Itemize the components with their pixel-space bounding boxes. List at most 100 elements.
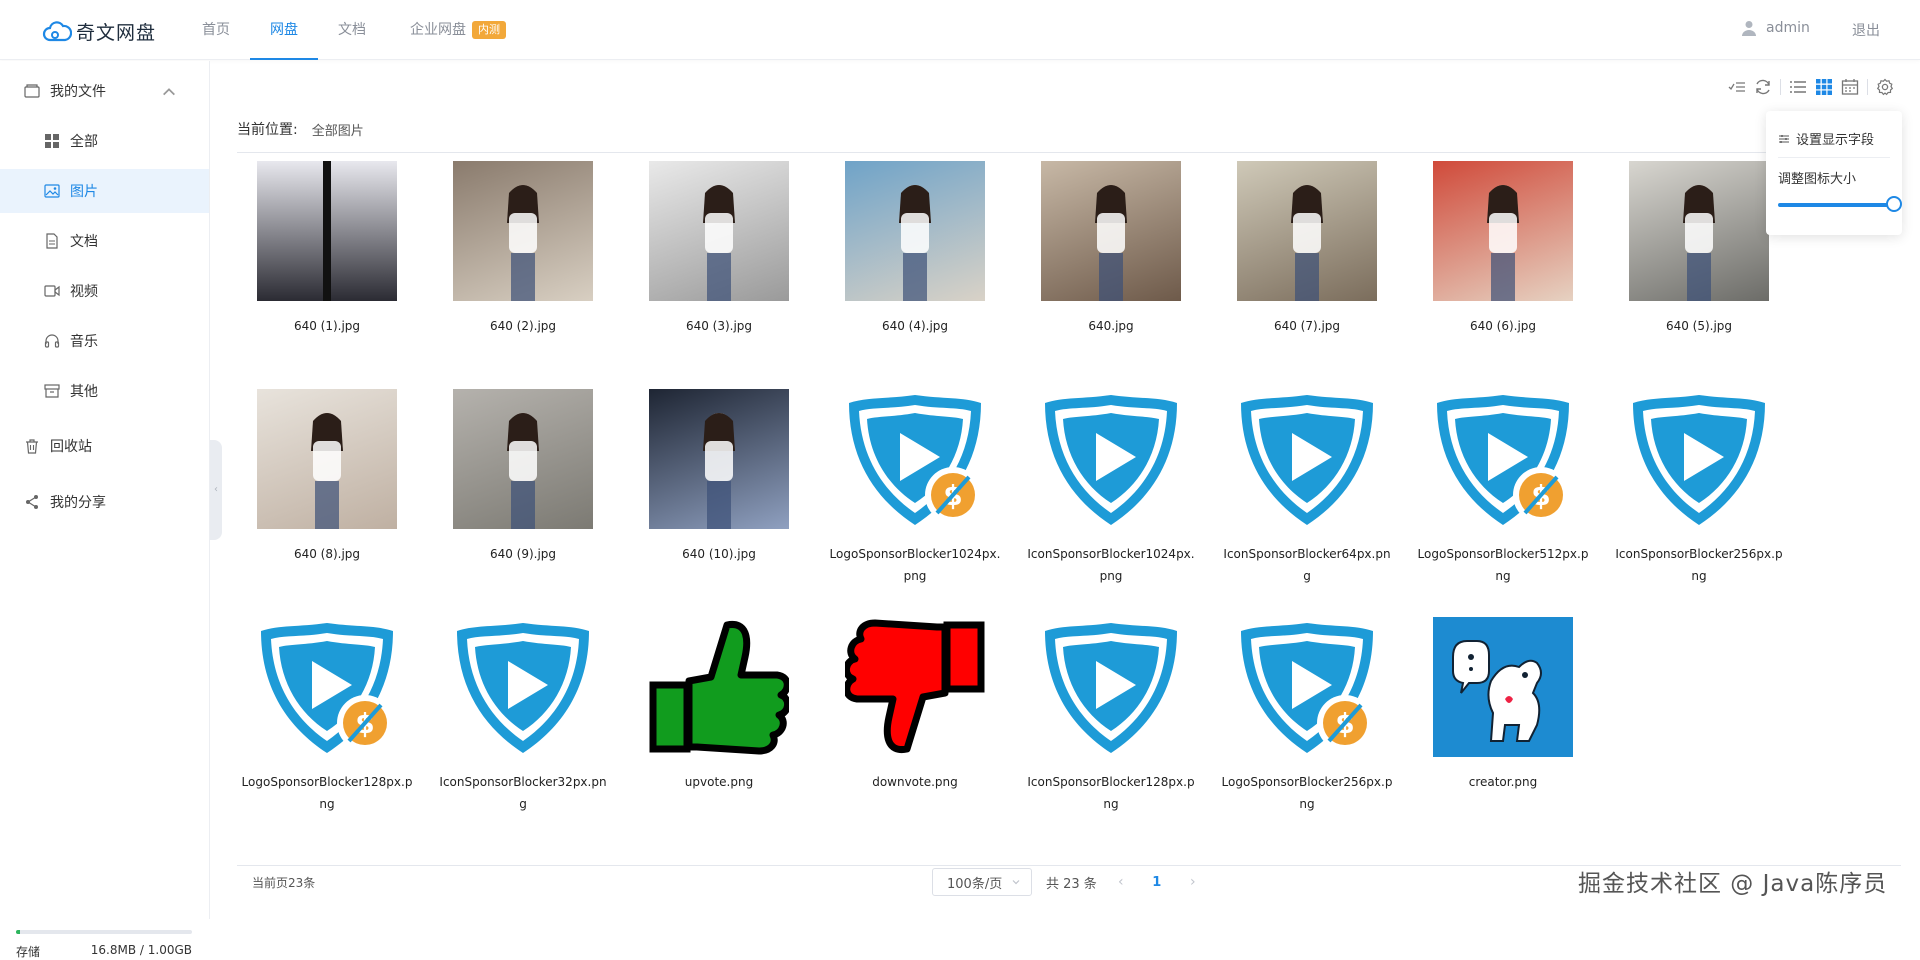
calendar-icon: [1841, 79, 1859, 95]
file-thumbnail: [845, 617, 985, 757]
file-thumbnail: [1629, 161, 1769, 301]
file-item[interactable]: 640 (5).jpg: [1609, 161, 1789, 371]
sidebar-item-recycle[interactable]: 回收站: [0, 424, 209, 468]
list-view-button[interactable]: [1785, 76, 1811, 98]
logout-link[interactable]: 退出: [1852, 20, 1880, 40]
gear-icon: [1876, 78, 1894, 96]
file-item[interactable]: 640 (8).jpg: [237, 389, 417, 599]
file-item[interactable]: $ LogoSponsorBlocker1024px.png: [825, 389, 1005, 599]
sidebar-item-label: 图片: [70, 184, 98, 200]
user-menu[interactable]: admin: [1742, 20, 1810, 36]
icon-size-label: 调整图标大小: [1778, 172, 1857, 187]
file-item[interactable]: downvote.png: [825, 617, 1005, 827]
refresh-icon: [1756, 79, 1770, 95]
set-display-fields-option[interactable]: 设置显示字段: [1778, 129, 1874, 148]
timeline-view-button[interactable]: [1837, 76, 1863, 98]
icon-size-slider-track[interactable]: [1778, 203, 1894, 207]
file-name: LogoSponsorBlocker256px.png: [1221, 775, 1393, 811]
file-item[interactable]: creator.png: [1413, 617, 1593, 827]
app-name: 奇文网盘: [76, 22, 157, 44]
file-thumbnail: [845, 161, 985, 301]
sidebar-item-share[interactable]: 我的分享: [0, 480, 209, 524]
file-item[interactable]: 640.jpg: [1021, 161, 1201, 371]
file-item[interactable]: 640 (4).jpg: [825, 161, 1005, 371]
file-item[interactable]: 640 (7).jpg: [1217, 161, 1397, 371]
nav-tab-enterprise[interactable]: 企业网盘 内测: [398, 0, 518, 60]
sidebar-item-label: 其他: [70, 384, 98, 400]
file-item[interactable]: IconSponsorBlocker128px.png: [1021, 617, 1201, 827]
refresh-button[interactable]: [1750, 76, 1776, 98]
file-name: 640 (1).jpg: [293, 319, 361, 333]
file-name: 640 (8).jpg: [293, 547, 361, 561]
sidebar-item-images[interactable]: 图片: [0, 169, 209, 213]
file-name: creator.png: [1468, 775, 1538, 789]
sidebar-item-other[interactable]: 其他: [0, 369, 209, 413]
file-item[interactable]: IconSponsorBlocker32px.png: [433, 617, 613, 827]
file-item[interactable]: $ LogoSponsorBlocker512px.png: [1413, 389, 1593, 599]
sidebar-item-documents[interactable]: 文档: [0, 219, 209, 263]
grid-icon: [45, 134, 59, 148]
sidebar-collapse-handle[interactable]: ‹: [210, 440, 222, 540]
image-icon: [44, 184, 60, 198]
chevron-down-icon: [1012, 880, 1020, 885]
nav-tab-home[interactable]: 首页: [192, 0, 240, 60]
file-item[interactable]: $ LogoSponsorBlocker256px.png: [1217, 617, 1397, 827]
view-toolbar: [1724, 76, 1898, 98]
file-thumbnail: [1237, 389, 1377, 529]
file-name: 640 (7).jpg: [1273, 319, 1341, 333]
sidebar-item-all[interactable]: 全部: [0, 119, 209, 163]
file-item[interactable]: IconSponsorBlocker256px.png: [1609, 389, 1789, 599]
file-name: LogoSponsorBlocker128px.png: [241, 775, 413, 811]
top-navbar: 奇文网盘 首页 网盘 文档 企业网盘 内测 admin 退出: [0, 0, 1920, 60]
settings-button[interactable]: [1872, 76, 1898, 98]
file-name: 640 (3).jpg: [685, 319, 753, 333]
sidebar-item-label: 我的分享: [50, 495, 106, 511]
storage-usage: 存储 16.8MB / 1.00GB: [16, 930, 192, 960]
file-item[interactable]: IconSponsorBlocker64px.png: [1217, 389, 1397, 599]
user-icon: [1742, 21, 1756, 36]
file-name: upvote.png: [684, 775, 754, 789]
file-thumbnail: [649, 617, 789, 757]
file-item[interactable]: 640 (2).jpg: [433, 161, 613, 371]
file-thumbnail: $: [1237, 617, 1377, 757]
sidebar-item-my-files[interactable]: 我的文件: [0, 69, 209, 113]
share-icon: [26, 495, 38, 509]
breadcrumb-current[interactable]: 全部图片: [312, 120, 364, 139]
sidebar-item-label: 全部: [70, 134, 98, 150]
icon-size-slider-handle[interactable]: [1886, 196, 1902, 212]
archive-icon: [44, 384, 60, 398]
file-item[interactable]: IconSponsorBlocker1024px.png: [1021, 389, 1201, 599]
file-thumbnail: [453, 389, 593, 529]
grid-view-button[interactable]: [1811, 76, 1837, 98]
sidebar-item-video[interactable]: 视频: [0, 269, 209, 313]
storage-bar: [16, 930, 192, 934]
file-item[interactable]: $ LogoSponsorBlocker128px.png: [237, 617, 417, 827]
page-size-select[interactable]: 100条/页: [932, 868, 1032, 896]
file-item[interactable]: upvote.png: [629, 617, 809, 827]
nav-tab-docs[interactable]: 文档: [328, 0, 376, 60]
file-thumbnail: [1041, 617, 1181, 757]
prev-page-button[interactable]: ‹: [1111, 874, 1131, 890]
file-name: IconSponsorBlocker128px.png: [1027, 775, 1195, 811]
app-logo[interactable]: 奇文网盘: [42, 18, 156, 45]
file-name: 640 (10).jpg: [682, 547, 756, 561]
storage-label: 存储: [16, 945, 41, 959]
file-item[interactable]: 640 (6).jpg: [1413, 161, 1593, 371]
nav-tab-netdisk[interactable]: 网盘: [250, 0, 318, 60]
file-item[interactable]: 640 (9).jpg: [433, 389, 613, 599]
sidebar-item-music[interactable]: 音乐: [0, 319, 209, 363]
file-item[interactable]: 640 (10).jpg: [629, 389, 809, 599]
next-page-button[interactable]: ›: [1183, 874, 1203, 890]
file-name: IconSponsorBlocker64px.png: [1223, 547, 1391, 583]
cloud-icon: [42, 20, 72, 41]
batch-select-button[interactable]: [1724, 76, 1750, 98]
file-item[interactable]: 640 (1).jpg: [237, 161, 417, 371]
total-count: 共 23 条: [1046, 876, 1097, 892]
file-name: IconSponsorBlocker1024px.png: [1027, 547, 1195, 583]
file-item[interactable]: 640 (3).jpg: [629, 161, 809, 371]
display-settings-popover: 设置显示字段 调整图标大小: [1766, 111, 1902, 235]
file-thumbnail: $: [1433, 389, 1573, 529]
file-name: LogoSponsorBlocker512px.png: [1417, 547, 1589, 583]
file-name: 640 (6).jpg: [1469, 319, 1537, 333]
page-number-current[interactable]: 1: [1145, 875, 1169, 890]
